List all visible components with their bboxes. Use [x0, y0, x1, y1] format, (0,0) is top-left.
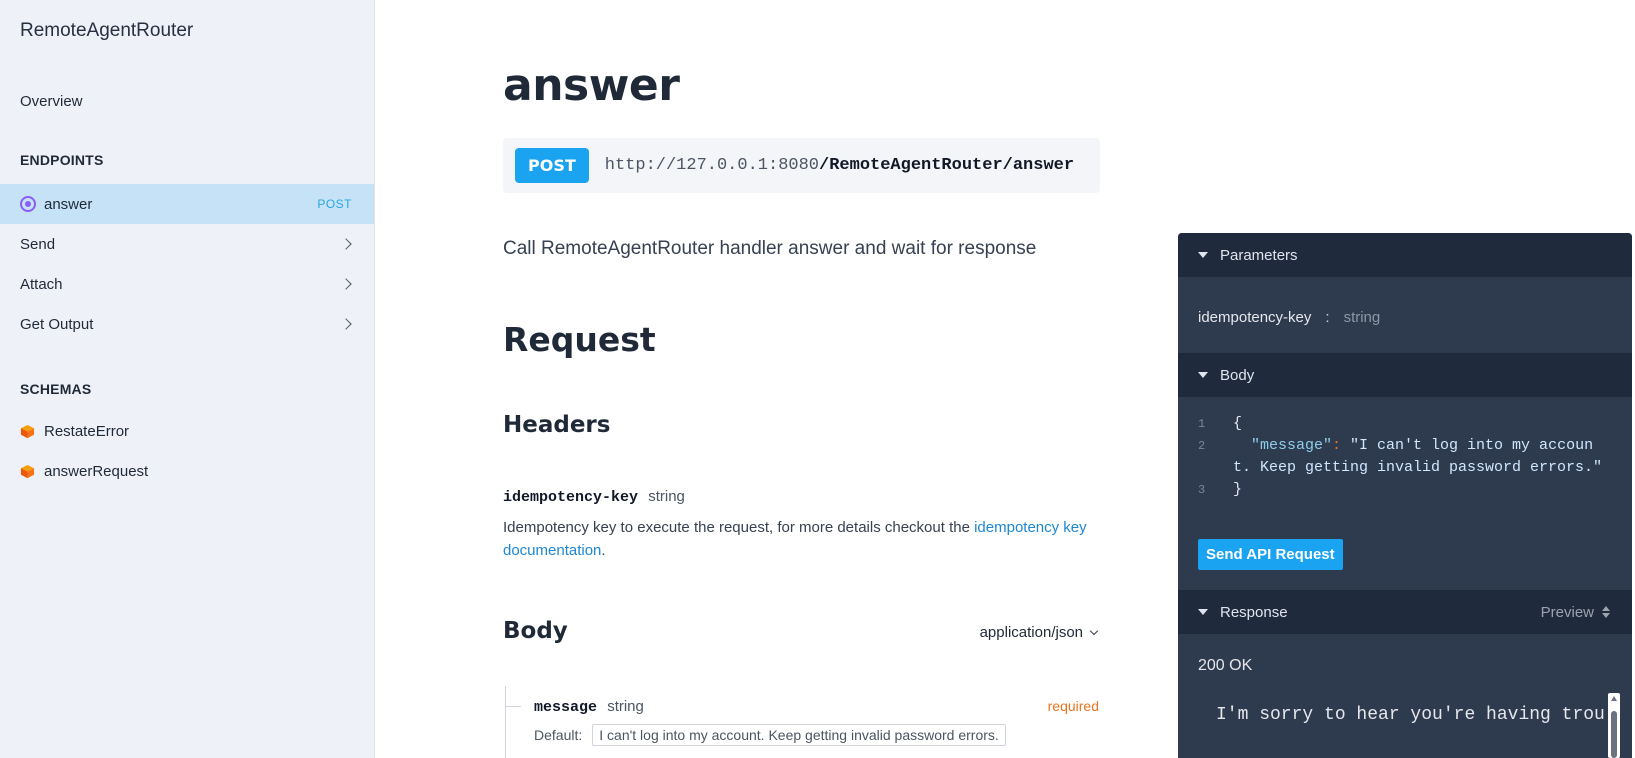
section-label: Body: [1220, 366, 1255, 384]
response-section-header[interactable]: Response Preview: [1178, 590, 1632, 634]
section-title-endpoints: ENDPOINTS: [20, 152, 104, 168]
required-label: required: [1047, 698, 1099, 714]
endpoint-description: Call RemoteAgentRouter handler answer an…: [503, 238, 1037, 259]
default-value: I can't log into my account. Keep gettin…: [592, 724, 1006, 746]
caret-down-icon: [1198, 252, 1208, 258]
body-heading: Body: [503, 618, 568, 644]
chevron-right-icon: [340, 318, 352, 330]
preview-label: Preview: [1540, 603, 1594, 621]
app-brand[interactable]: RemoteAgentRouter: [20, 20, 193, 42]
request-heading: Request: [503, 320, 656, 359]
url-path: /RemoteAgentRouter/answer: [819, 156, 1075, 175]
field-default: Default: I can't log into my account. Ke…: [534, 724, 1006, 746]
sidebar-item-label: answer: [44, 195, 93, 213]
body-field: message string required: [534, 698, 1099, 716]
chevron-right-icon: [340, 238, 352, 250]
response-scrollbar[interactable]: [1608, 693, 1620, 758]
sidebar-item-send[interactable]: Send: [0, 224, 374, 264]
section-label: Response: [1220, 603, 1288, 621]
sidebar-item-label: Send: [20, 235, 56, 253]
param-description-suffix: .: [601, 542, 606, 559]
sidebar-item-overview[interactable]: Overview: [0, 81, 374, 121]
code-text: "message": "I can't log into my accoun: [1251, 437, 1593, 454]
preview-select[interactable]: Preview: [1541, 604, 1610, 621]
url-base: http://127.0.0.1:8080: [604, 156, 820, 175]
sidebar-item-attach[interactable]: Attach: [0, 264, 374, 304]
send-api-request-button[interactable]: Send API Request: [1198, 539, 1343, 570]
param-description-text: Idempotency key to execute the request, …: [503, 519, 975, 536]
endpoint-url[interactable]: http://127.0.0.1:8080/RemoteAgentRouter/…: [605, 156, 1074, 175]
content-type-select[interactable]: application/json: [979, 624, 1099, 641]
line-number: 1: [1198, 417, 1206, 431]
section-label: Parameters: [1220, 246, 1298, 264]
json-string: "I can't log into my accoun: [1350, 437, 1594, 454]
field-name: message: [534, 699, 598, 716]
line-number: 3: [1198, 483, 1206, 497]
caret-down-icon: [1198, 372, 1208, 378]
sidebar-item-label: Get Output: [20, 315, 94, 333]
param-type: string: [648, 488, 685, 505]
sidebar-item-answer[interactable]: answer POST: [0, 184, 374, 224]
endpoint-bar: POST http://127.0.0.1:8080/RemoteAgentRo…: [503, 138, 1100, 193]
header-param: idempotency-key string: [503, 488, 685, 506]
code-text: }: [1233, 481, 1243, 498]
json-colon: :: [1332, 437, 1351, 454]
method-pill: POST: [515, 148, 589, 183]
field-type: string: [607, 698, 644, 715]
sidebar-item-label: RestateError: [44, 422, 130, 440]
cube-icon: [20, 424, 35, 438]
section-title-schemas: SCHEMAS: [20, 381, 92, 397]
content-type-value: application/json: [979, 624, 1083, 641]
tree-branch: [505, 706, 521, 707]
line-number: 2: [1198, 439, 1206, 453]
parameters-section-header[interactable]: Parameters: [1178, 233, 1632, 277]
param-description: Idempotency key to execute the request, …: [503, 516, 1103, 562]
chevron-down-icon: [1089, 626, 1099, 636]
sidebar-item-label: Overview: [20, 92, 83, 110]
try-it-panel: Parameters idempotency-key: string Body 1…: [1178, 233, 1632, 758]
default-label: Default:: [534, 727, 583, 743]
page-title: answer: [503, 60, 680, 111]
sidebar-item-label: answerRequest: [44, 462, 149, 480]
cube-icon: [20, 464, 35, 478]
headers-heading: Headers: [503, 412, 611, 438]
chevron-right-icon: [340, 278, 352, 290]
tree-line: [505, 686, 506, 758]
code-text: {: [1233, 415, 1243, 432]
sidebar-item-label: Attach: [20, 275, 63, 293]
param-name: idempotency-key: [503, 489, 639, 506]
caret-down-icon: [1198, 609, 1208, 615]
code-text-wrap: t. Keep getting invalid password errors.…: [1233, 459, 1602, 476]
target-icon: [20, 196, 36, 212]
parameter-separator: :: [1325, 309, 1330, 326]
sidebar-item-answer-request[interactable]: answerRequest: [0, 451, 374, 491]
json-key: "message": [1251, 437, 1333, 454]
body-section-header[interactable]: Body: [1178, 353, 1632, 397]
parameter-type: string: [1343, 309, 1381, 326]
response-body: I'm sorry to hear you're having trou: [1216, 705, 1605, 725]
method-badge: POST: [317, 197, 352, 211]
sidebar: RemoteAgentRouter Overview ENDPOINTS ans…: [0, 0, 375, 758]
sort-arrows-icon: [1602, 606, 1610, 618]
sidebar-item-get-output[interactable]: Get Output: [0, 304, 374, 344]
parameter-name: idempotency-key: [1198, 309, 1312, 326]
json-string: t. Keep getting invalid password errors.…: [1233, 459, 1603, 476]
sidebar-item-restate-error[interactable]: RestateError: [0, 411, 374, 451]
parameter-row[interactable]: idempotency-key: string: [1198, 309, 1380, 326]
response-status: 200 OK: [1198, 657, 1253, 674]
